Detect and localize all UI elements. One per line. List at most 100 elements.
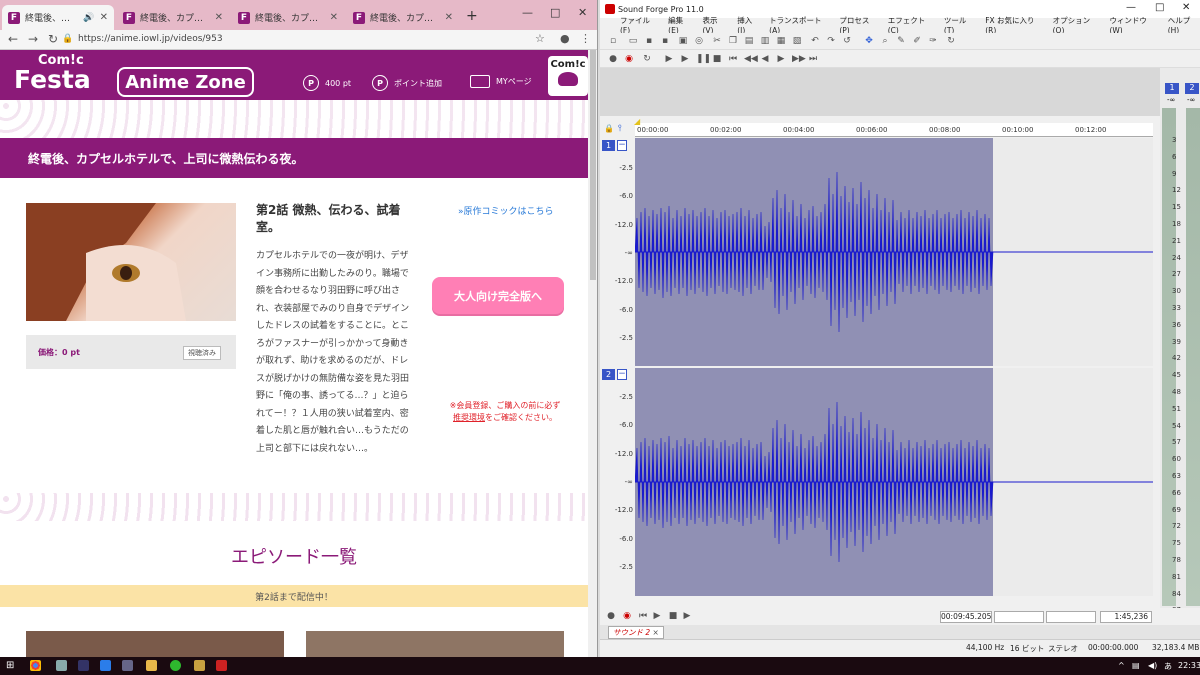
cursor-position[interactable]: 00:09:45.205 bbox=[940, 611, 992, 623]
folder-taskbar-icon[interactable] bbox=[146, 660, 157, 671]
ime-icon[interactable]: あ bbox=[1164, 661, 1172, 672]
loop-icon[interactable]: ↻ bbox=[642, 54, 652, 64]
menu-effects[interactable]: エフェクト(C) bbox=[888, 15, 934, 35]
open-folder-icon[interactable]: ▭ bbox=[628, 36, 638, 46]
bookmark-star-icon[interactable]: ☆ bbox=[535, 32, 545, 45]
tab-close-icon[interactable]: ✕ bbox=[215, 12, 223, 23]
chain-icon[interactable]: ↻ bbox=[946, 36, 956, 46]
save-all-icon[interactable]: ▪ bbox=[660, 36, 670, 46]
chrome-taskbar-icon[interactable] bbox=[30, 660, 41, 671]
scrollbar-thumb[interactable] bbox=[590, 50, 596, 280]
maximize-button[interactable]: □ bbox=[550, 6, 560, 19]
tab-close-icon[interactable]: ✕ bbox=[100, 12, 108, 23]
reload-icon[interactable]: ↻ bbox=[48, 32, 58, 46]
new-file-icon[interactable]: ▫ bbox=[608, 36, 618, 46]
episode-card-thumbnail[interactable] bbox=[306, 631, 564, 657]
menu-transport[interactable]: トランスポート(A) bbox=[769, 15, 829, 35]
tab-close-icon[interactable]: ✕ bbox=[445, 12, 453, 23]
menu-tools[interactable]: ツール(T) bbox=[944, 15, 975, 35]
app-taskbar-icon[interactable] bbox=[78, 660, 89, 671]
record-arm-icon[interactable]: ● bbox=[606, 611, 616, 621]
record-arm-icon[interactable]: ● bbox=[608, 54, 618, 64]
mix-icon[interactable]: ▥ bbox=[760, 36, 770, 46]
windows-start-icon[interactable]: ⊞ bbox=[6, 660, 14, 671]
rewind-icon[interactable]: ◀◀ bbox=[744, 54, 758, 64]
browser-tab-active[interactable]: F 終電後、カプセルホテ 🔊 ✕ bbox=[2, 5, 114, 30]
pencil-tool-icon[interactable]: ✎ bbox=[896, 36, 906, 46]
render-icon[interactable]: ▣ bbox=[678, 36, 688, 46]
channel-1-minimize[interactable]: − bbox=[617, 140, 627, 151]
comic-festa-logo[interactable]: Com!c Festa bbox=[14, 54, 91, 92]
forward-step-icon[interactable]: ▶ bbox=[776, 54, 786, 64]
episode-thumbnail[interactable] bbox=[26, 203, 236, 321]
save-icon[interactable]: ▪ bbox=[644, 36, 654, 46]
network-icon[interactable]: ▤ bbox=[1132, 661, 1140, 670]
app-taskbar-icon[interactable] bbox=[122, 660, 133, 671]
marker-icon[interactable]: ⫯ bbox=[618, 124, 622, 134]
properties-icon[interactable]: ◎ bbox=[694, 36, 704, 46]
event-tool-icon[interactable]: ✑ bbox=[928, 36, 938, 46]
channel-1-waveform[interactable] bbox=[635, 138, 1153, 366]
menu-process[interactable]: プロセス(P) bbox=[839, 15, 877, 35]
meter-channel-2[interactable]: 2 bbox=[1185, 83, 1199, 94]
app-taskbar-icon[interactable] bbox=[194, 660, 205, 671]
forward-arrow-icon[interactable]: → bbox=[28, 32, 38, 46]
zoom-tool-icon[interactable]: ⌕ bbox=[880, 36, 890, 46]
edit-tool-icon[interactable]: ✥ bbox=[864, 36, 874, 46]
menu-options[interactable]: オプション(O) bbox=[1053, 15, 1100, 35]
speaker-icon[interactable]: 🔊 bbox=[83, 13, 94, 23]
browser-tab[interactable]: F 終電後、カプセルホテルで ✕ bbox=[232, 5, 344, 30]
comic-mascot-badge[interactable]: Com!c bbox=[548, 56, 588, 96]
menu-dots-icon[interactable]: ⋮ bbox=[580, 32, 591, 45]
document-tab-close-icon[interactable]: × bbox=[653, 628, 659, 637]
trim-icon[interactable]: ▧ bbox=[792, 36, 802, 46]
stop-icon[interactable]: ■ bbox=[668, 611, 678, 621]
menu-file[interactable]: ファイル(F) bbox=[620, 15, 658, 35]
page-scrollbar[interactable] bbox=[588, 50, 597, 657]
soundforge-taskbar-icon[interactable] bbox=[216, 660, 227, 671]
close-button[interactable]: ✕ bbox=[1182, 2, 1190, 13]
back-arrow-icon[interactable]: ← bbox=[8, 32, 18, 46]
pause-icon[interactable]: ❚❚ bbox=[696, 54, 711, 64]
record-icon[interactable]: ◉ bbox=[624, 54, 634, 64]
url-field[interactable]: https://anime.iowl.jp/videos/953 bbox=[78, 34, 223, 44]
menu-view[interactable]: 表示(V) bbox=[703, 15, 728, 35]
crop-icon[interactable]: ▦ bbox=[776, 36, 786, 46]
go-start-icon[interactable]: ⏮ bbox=[638, 611, 648, 621]
tray-chevron-icon[interactable]: ^ bbox=[1118, 661, 1125, 670]
menu-window[interactable]: ウィンドウ(W) bbox=[1109, 15, 1157, 35]
zoom-ratio[interactable]: 1:45,236 bbox=[1100, 611, 1152, 623]
recommended-environment-link[interactable]: 推奨環境 bbox=[453, 413, 485, 422]
anime-zone-logo[interactable]: Anime Zone bbox=[117, 67, 254, 97]
lock-icon[interactable]: 🔒 bbox=[604, 124, 614, 133]
channel-1-label[interactable]: 1 bbox=[602, 140, 615, 151]
selection-start[interactable] bbox=[994, 611, 1044, 623]
meter-channel-1[interactable]: 1 bbox=[1165, 83, 1179, 94]
original-comic-link[interactable]: »原作コミックはこちら bbox=[458, 204, 554, 217]
menu-help[interactable]: ヘルプ(H) bbox=[1168, 15, 1200, 35]
play-all-icon[interactable]: ▶ bbox=[664, 54, 674, 64]
taskbar-clock[interactable]: 22:33 bbox=[1178, 661, 1200, 670]
stop-icon[interactable]: ■ bbox=[712, 54, 722, 64]
repeat-icon[interactable]: ↺ bbox=[842, 36, 852, 46]
fast-forward-icon[interactable]: ▶▶ bbox=[792, 54, 806, 64]
close-button[interactable]: ✕ bbox=[578, 6, 587, 19]
play-all-icon[interactable]: ▶ bbox=[682, 611, 692, 621]
episode-card-thumbnail[interactable] bbox=[26, 631, 284, 657]
time-ruler[interactable]: 00:00:00 00:02:00 00:04:00 00:06:00 00:0… bbox=[635, 123, 1153, 137]
rewind-step-icon[interactable]: ◀ bbox=[760, 54, 770, 64]
adult-version-button[interactable]: 大人向け完全版へ bbox=[432, 277, 564, 314]
app-taskbar-icon[interactable] bbox=[100, 660, 111, 671]
channel-2-minimize[interactable]: − bbox=[617, 369, 627, 380]
menu-edit[interactable]: 編集(E) bbox=[668, 15, 692, 35]
channel-2-waveform[interactable] bbox=[635, 368, 1153, 596]
line-taskbar-icon[interactable] bbox=[170, 660, 181, 671]
copy-icon[interactable]: ❐ bbox=[728, 36, 738, 46]
envelope-tool-icon[interactable]: ✐ bbox=[912, 36, 922, 46]
profile-icon[interactable]: ● bbox=[560, 32, 570, 45]
cut-icon[interactable]: ✂ bbox=[712, 36, 722, 46]
channel-2-label[interactable]: 2 bbox=[602, 369, 615, 380]
mypage-link[interactable]: MYページ bbox=[470, 75, 532, 88]
explorer-taskbar-icon[interactable] bbox=[56, 660, 67, 671]
play-icon[interactable]: ▶ bbox=[680, 54, 690, 64]
